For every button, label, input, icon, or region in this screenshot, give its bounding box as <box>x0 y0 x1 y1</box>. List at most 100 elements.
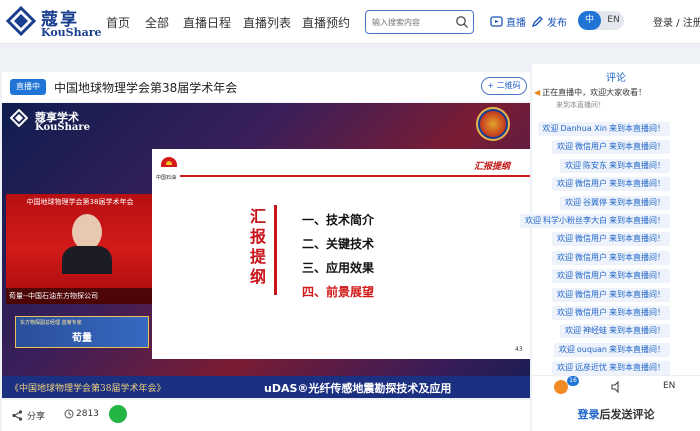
online-users-icon[interactable] <box>554 380 568 394</box>
comment-partial-line: 来到本直播间！ <box>556 101 605 109</box>
live-status-badge: 直播中 <box>10 79 46 95</box>
share-icon <box>12 410 23 421</box>
publish-button-label: 发布 <box>547 17 567 29</box>
online-count-badge: 16 <box>567 376 579 386</box>
live-title: 中国地球物理学会第38届学术年会 <box>54 81 238 95</box>
video-logo-en: KouShare <box>35 122 91 133</box>
comment-username: 微信用户 <box>575 308 607 317</box>
comment-text: 来到本直播间！ <box>609 326 665 336</box>
nav-live-booking[interactable]: 直播预约 <box>302 14 350 31</box>
comment-text: 来到本直播间！ <box>609 197 665 207</box>
comment-text: 欢迎 <box>557 308 573 317</box>
comment-text: 来到本直播间！ <box>609 308 665 317</box>
comment-text: 欢迎 <box>557 289 573 299</box>
comment-username: 远彦近忧 <box>575 363 607 373</box>
outline-item-3: 三、应用效果 <box>302 261 375 275</box>
outline-item-1: 一、技术简介 <box>302 213 375 227</box>
comment-text: 欢迎 <box>557 363 573 373</box>
comment-text: 来到本直播间！ <box>609 124 665 133</box>
view-count-value: 2813 <box>76 409 99 419</box>
outline-item-2: 二、关键技术 <box>302 237 375 251</box>
speaker-figure <box>62 214 112 274</box>
comment-text: 欢迎 <box>565 197 581 207</box>
comment-username: 微信用户 <box>575 142 607 152</box>
comment-item: 欢迎 ouquan 来到本直播间！ <box>553 342 670 357</box>
comment-item: 欢迎 微信用户 来到本直播间！ <box>552 287 670 302</box>
comment-username: Danhua Xin <box>560 124 608 133</box>
video-watermark-logo: 蔻享学术 KouShare <box>10 109 90 133</box>
speaker-camera-feed: 中国地球物理学会第38届学术年会 荀量--中国石油东方物探公司 <box>6 194 154 304</box>
nav-live-list[interactable]: 直播列表 <box>243 14 291 31</box>
live-button[interactable]: 直播 <box>490 12 526 30</box>
pencil-icon <box>531 15 543 27</box>
comment-login-link[interactable]: 登录 <box>578 408 600 421</box>
comment-item: 欢迎 微信用户 来到本直播间！ <box>552 269 670 284</box>
comment-text: 来到本直播间！ <box>609 344 665 354</box>
publish-button[interactable]: 发布 <box>531 12 567 30</box>
comment-text: 欢迎 <box>557 234 573 244</box>
lang-zh-option[interactable]: 中 <box>578 11 601 30</box>
comment-item: 欢迎 科学小粉丝李大白 来到本直播间！ <box>520 214 670 228</box>
slide-brand: 中国石油 <box>156 175 177 181</box>
comment-username: 微信用户 <box>575 179 607 189</box>
slide-page-number: 43 <box>515 346 523 353</box>
koushare-logo[interactable]: 蔻享 KouShare <box>6 4 102 40</box>
comment-username: 陈安东 <box>583 160 607 170</box>
banner-event-name: 《中国地球物理学会第38届学术年会》 <box>10 384 166 394</box>
comment-login-suffix: 后发送评论 <box>599 408 655 421</box>
banner-talk-title: uDAS®光纤传感地震勘探技术及应用 <box>264 382 452 395</box>
speaker-icon: ◀ <box>534 88 541 97</box>
comment-item: 欢迎 微信用户 来到本直播间！ <box>552 140 670 155</box>
comment-text: 来到本直播间！ <box>609 252 665 262</box>
comment-text: 欢迎 <box>557 271 573 281</box>
live-notice-text: 正在直播中，欢迎大家收看！ <box>542 88 647 97</box>
language-switch: 中 EN <box>578 11 624 30</box>
comment-username: 微信用户 <box>575 234 607 244</box>
namecard-name: 荀量 <box>72 333 92 344</box>
comment-lang-toggle[interactable]: EN <box>663 381 675 391</box>
slide-vertical-title: 汇报提纲 <box>250 207 267 286</box>
top-header: 蔻享 KouShare 首页 全部 直播日程 直播列表 直播预约 直播 发布 中… <box>0 0 700 44</box>
share-button[interactable]: 分享 <box>12 409 45 422</box>
share-label: 分享 <box>27 412 46 422</box>
logo-en-text: KouShare <box>41 26 102 39</box>
live-button-label: 直播 <box>506 17 526 29</box>
comment-username: 谷翼停 <box>583 197 607 207</box>
comment-username: ouquan <box>576 344 607 354</box>
comment-username: 神经蛙 <box>583 326 607 336</box>
nav-live-schedule[interactable]: 直播日程 <box>183 14 231 31</box>
nav-home[interactable]: 首页 <box>106 14 130 31</box>
speaker-caption: 荀量--中国石油东方物探公司 <box>6 288 154 304</box>
comment-text: 来到本直播间！ <box>609 289 665 299</box>
qr-code-button[interactable]: + 二维码 <box>481 77 527 95</box>
camera-header-text: 中国地球物理学会第38届学术年会 <box>26 198 134 206</box>
comment-login-prompt: 登录后发送评论 <box>532 406 700 422</box>
comment-text: 欢迎 <box>557 179 573 189</box>
nav-all[interactable]: 全部 <box>145 14 169 31</box>
slide-section-title: 汇报提纲 <box>474 162 511 172</box>
comment-text: 来到本直播间！ <box>609 271 665 281</box>
search-box <box>365 10 474 34</box>
comment-text: 来到本直播间！ <box>609 363 665 373</box>
speaker-name-card: 东方物探副总经理 首席专家 荀量 <box>15 316 149 348</box>
live-notice: ◀ 正在直播中，欢迎大家收看！ <box>532 87 700 101</box>
koushare-mark-icon <box>10 109 28 127</box>
namecard-title: 东方物探副总经理 首席专家 <box>20 320 82 326</box>
search-input[interactable] <box>372 15 452 29</box>
comment-item: 欢迎 微信用户 来到本直播间！ <box>552 306 670 320</box>
society-emblem-icon <box>476 107 510 141</box>
comment-item: 欢迎 神经蛙 来到本直播间！ <box>560 324 670 339</box>
search-icon[interactable] <box>455 15 469 29</box>
wechat-share-icon[interactable] <box>109 405 127 423</box>
login-register-link[interactable]: 登录 / 注册 <box>653 14 700 29</box>
volume-icon[interactable] <box>610 380 624 394</box>
comments-panel: 评论 ◀ 正在直播中，欢迎大家收看！ 来到本直播间！ 欢迎 Danhua Xin 来到… <box>520 64 700 431</box>
outline-item-4: 四、前景展望 <box>302 285 375 299</box>
video-player[interactable]: 蔻享学术 KouShare 中国地球物理学会第38届学术年会 荀量--中国石油东… <box>2 103 530 398</box>
live-title-bar: 直播中 中国地球物理学会第38届学术年会 + 二维码 <box>2 72 530 102</box>
comment-text: 来到本直播间！ <box>609 179 665 189</box>
lang-en-option[interactable]: EN <box>603 11 624 30</box>
video-bottom-banner: 《中国地球物理学会第38届学术年会》 uDAS®光纤传感地震勘探技术及应用 <box>2 376 530 398</box>
comment-text: 来到本直播间！ <box>609 216 665 225</box>
presentation-slide: 中国石油 汇报提纲 汇报提纲 一、技术简介 二、关键技术 三、应用效果 四、前景… <box>152 149 530 359</box>
